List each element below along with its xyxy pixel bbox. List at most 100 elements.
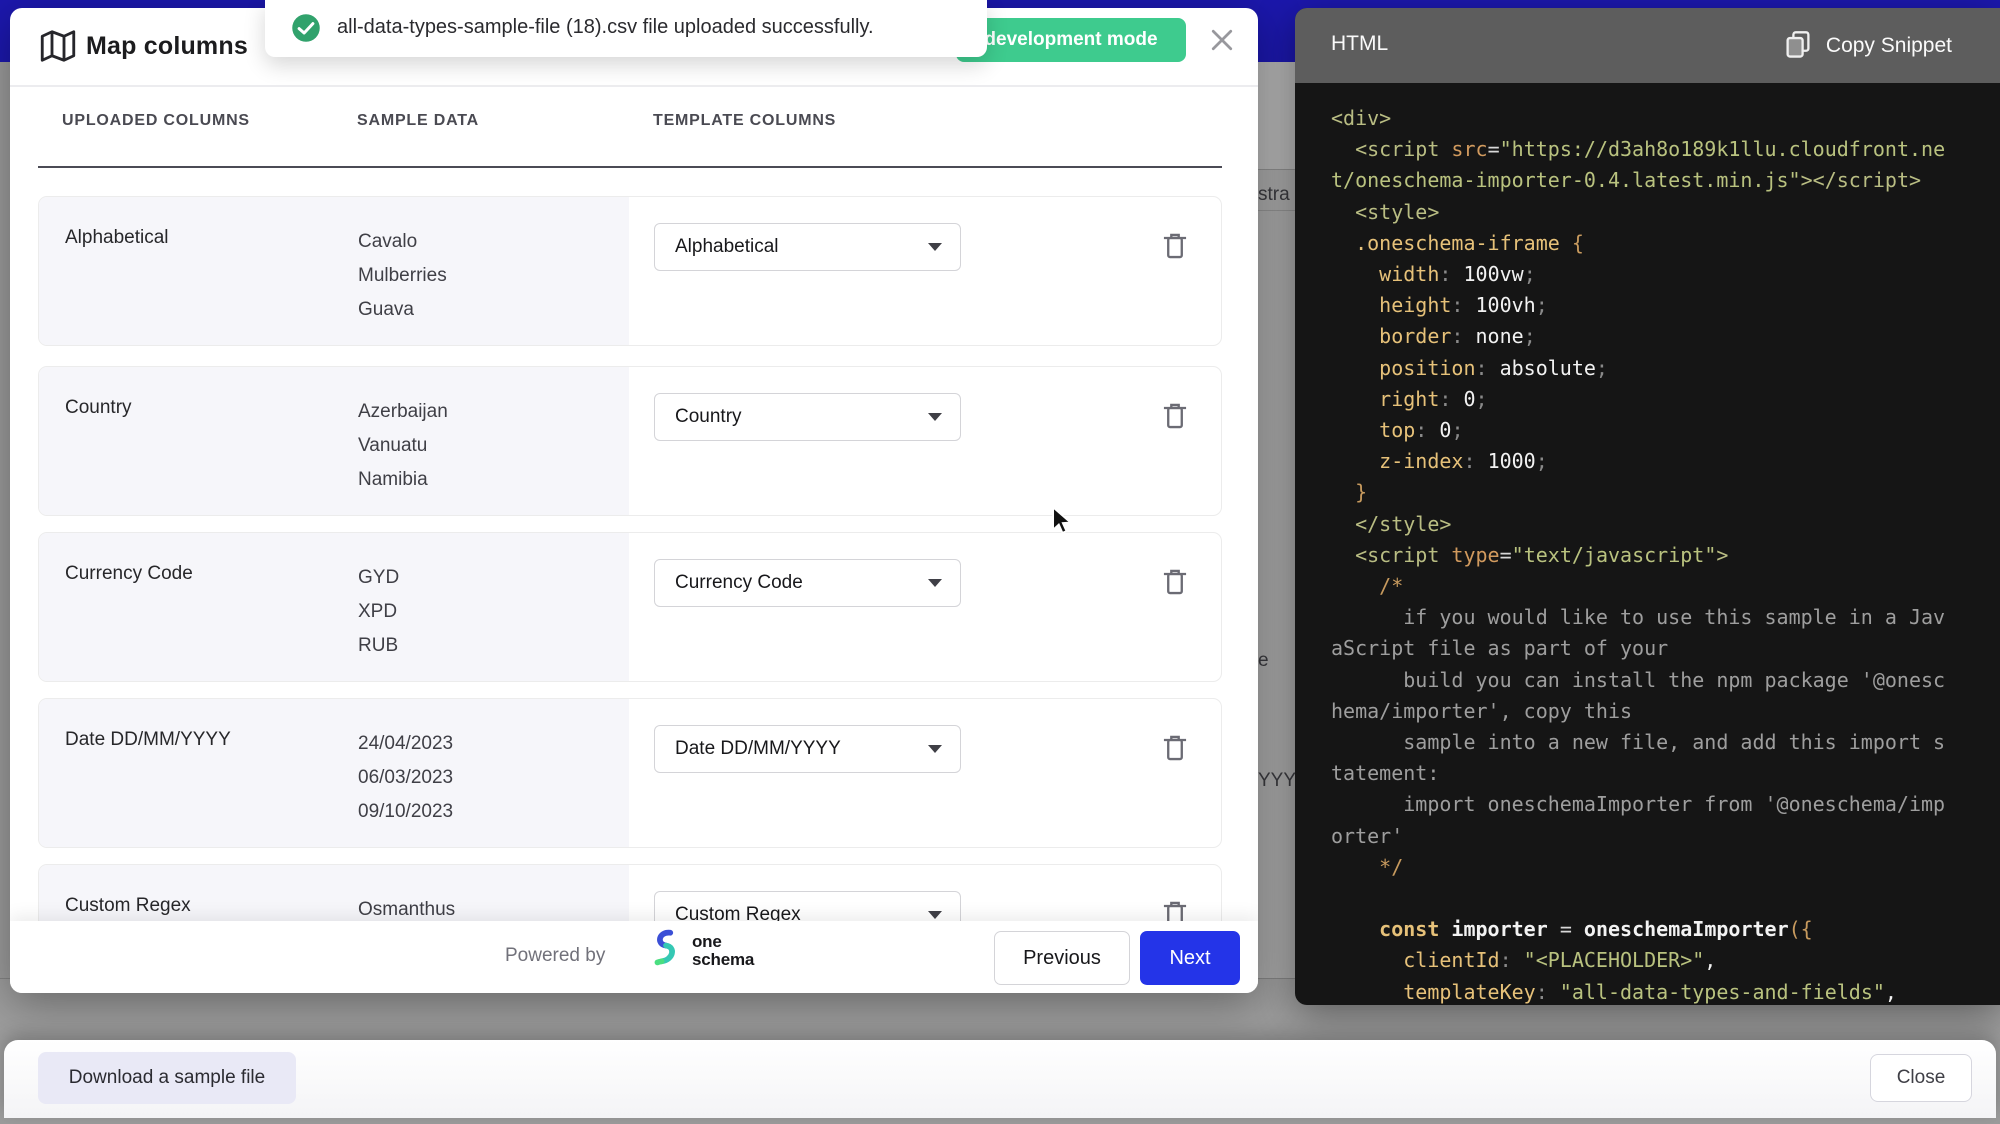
mapping-row: Currency Code GYD XPD RUB Currency Code [38, 532, 1222, 682]
column-header-template: TEMPLATE COLUMNS [653, 112, 836, 130]
code-line: hema/importer', copy this [1331, 696, 1976, 727]
code-line: top: 0; [1331, 415, 1976, 446]
background-text-fragment: stra [1258, 184, 1290, 206]
previous-button[interactable]: Previous [994, 931, 1130, 985]
snippet-language-label: HTML [1331, 32, 1388, 56]
code-line: <style> [1331, 197, 1976, 228]
toast-message: all-data-types-sample-file (18).csv file… [337, 16, 874, 39]
code-line: orter' [1331, 821, 1976, 852]
upload-success-toast: all-data-types-sample-file (18).csv file… [265, 0, 987, 57]
chevron-down-icon [928, 579, 942, 587]
uploaded-column-label: Alphabetical [65, 227, 169, 249]
column-header-sample: SAMPLE DATA [357, 112, 479, 130]
sample-value: 24/04/2023 [358, 727, 453, 761]
sample-value: 06/03/2023 [358, 761, 453, 795]
background-text-fragment: YYY [1258, 770, 1295, 792]
sample-value: Namibia [358, 463, 448, 497]
check-circle-icon [291, 13, 321, 48]
sample-value: RUB [358, 629, 399, 663]
code-line: */ [1331, 852, 1976, 883]
chevron-down-icon [928, 243, 942, 251]
sample-value: Vanuatu [358, 429, 448, 463]
code-line: t/oneschema-importer-0.4.latest.min.js">… [1331, 165, 1976, 196]
code-line: const importer = oneschemaImporter({ [1331, 914, 1976, 945]
oneschema-logo-icon [648, 927, 684, 972]
sample-value: Azerbaijan [358, 395, 448, 429]
code-content: <div> <script src="https://d3ah8o189k1ll… [1295, 83, 2000, 1005]
code-line: </style> [1331, 509, 1976, 540]
copy-snippet-label: Copy Snippet [1826, 34, 1952, 58]
uploaded-column-label: Custom Regex [65, 895, 191, 917]
code-line: <script type="text/javascript"> [1331, 540, 1976, 571]
mapping-row: Alphabetical Cavalo Mulberries Guava Alp… [38, 196, 1222, 346]
code-line: sample into a new file, and add this imp… [1331, 727, 1976, 758]
divider [10, 85, 1258, 87]
code-line: import oneschemaImporter from '@oneschem… [1331, 789, 1976, 820]
delete-row-button[interactable] [1158, 731, 1192, 767]
sample-value: XPD [358, 595, 399, 629]
code-line: z-index: 1000; [1331, 446, 1976, 477]
template-column-value: Currency Code [675, 572, 803, 594]
snippet-panel-header: HTML Copy Snippet [1295, 8, 2000, 83]
code-line: .oneschema-iframe { [1331, 228, 1976, 259]
sample-data: Azerbaijan Vanuatu Namibia [358, 395, 448, 497]
map-icon [40, 28, 76, 69]
chevron-down-icon [928, 413, 942, 421]
delete-row-button[interactable] [1158, 229, 1192, 265]
template-column-select[interactable]: Date DD/MM/YYYY [654, 725, 961, 773]
background-bottom-strip [0, 1118, 2000, 1124]
delete-row-button[interactable] [1158, 565, 1192, 601]
template-column-value: Date DD/MM/YYYY [675, 738, 841, 760]
code-line: } [1331, 477, 1976, 508]
close-icon[interactable] [1205, 24, 1239, 58]
sample-data: Cavalo Mulberries Guava [358, 225, 447, 327]
code-line: <script src="https://d3ah8o189k1llu.clou… [1331, 134, 1976, 165]
template-column-select[interactable]: Country [654, 393, 961, 441]
code-line: /* [1331, 571, 1976, 602]
uploaded-column-label: Country [65, 397, 132, 419]
code-line: height: 100vh; [1331, 290, 1976, 321]
template-column-value: Country [675, 406, 742, 428]
html-snippet-panel: HTML Copy Snippet <div> <script src="htt… [1295, 8, 2000, 1005]
code-line: border: none; [1331, 321, 1976, 352]
template-column-select[interactable]: Currency Code [654, 559, 961, 607]
sample-value: Mulberries [358, 259, 447, 293]
mapping-row: Date DD/MM/YYYY 24/04/2023 06/03/2023 09… [38, 698, 1222, 848]
uploaded-column-label: Currency Code [65, 563, 193, 585]
code-line: position: absolute; [1331, 353, 1976, 384]
code-line: aScript file as part of your [1331, 633, 1976, 664]
code-line: build you can install the npm package '@… [1331, 665, 1976, 696]
code-line: if you would like to use this sample in … [1331, 602, 1976, 633]
copy-snippet-button[interactable]: Copy Snippet [1784, 26, 1952, 66]
code-line: clientId: "<PLACEHOLDER>", [1331, 945, 1976, 976]
next-button[interactable]: Next [1140, 931, 1240, 985]
download-sample-button[interactable]: Download a sample file [38, 1052, 296, 1104]
sample-data: GYD XPD RUB [358, 561, 399, 663]
chevron-down-icon [928, 911, 942, 919]
sample-data: 24/04/2023 06/03/2023 09/10/2023 [358, 727, 453, 829]
powered-by-label: Powered by [505, 945, 605, 967]
map-columns-dialog: Map columns development mode UPLOADED CO… [10, 8, 1258, 993]
template-column-select[interactable]: Alphabetical [654, 223, 961, 271]
delete-row-button[interactable] [1158, 399, 1192, 435]
sample-value: 09/10/2023 [358, 795, 453, 829]
uploaded-column-label: Date DD/MM/YYYY [65, 729, 231, 751]
bottom-action-bar: Download a sample file Close [4, 1040, 1996, 1118]
column-header-uploaded: UPLOADED COLUMNS [62, 112, 250, 130]
close-button[interactable]: Close [1870, 1054, 1972, 1102]
divider [38, 166, 1222, 168]
sample-value: Cavalo [358, 225, 447, 259]
template-column-value: Alphabetical [675, 236, 779, 258]
development-mode-badge: development mode [956, 18, 1186, 62]
copy-icon [1784, 30, 1812, 63]
code-line: templateKey: "all-data-types-and-fields"… [1331, 977, 1976, 1005]
sample-value: Guava [358, 293, 447, 327]
background-text-fragment: e [1258, 650, 1269, 672]
code-line: width: 100vw; [1331, 259, 1976, 290]
background-gap: stra e YYY [1258, 62, 1295, 995]
code-line: tatement: [1331, 758, 1976, 789]
code-line: right: 0; [1331, 384, 1976, 415]
oneschema-wordmark: one schema [692, 933, 754, 969]
dialog-footer: Powered by one schema Previous Next [10, 921, 1258, 993]
mapping-row: Country Azerbaijan Vanuatu Namibia Count… [38, 366, 1222, 516]
